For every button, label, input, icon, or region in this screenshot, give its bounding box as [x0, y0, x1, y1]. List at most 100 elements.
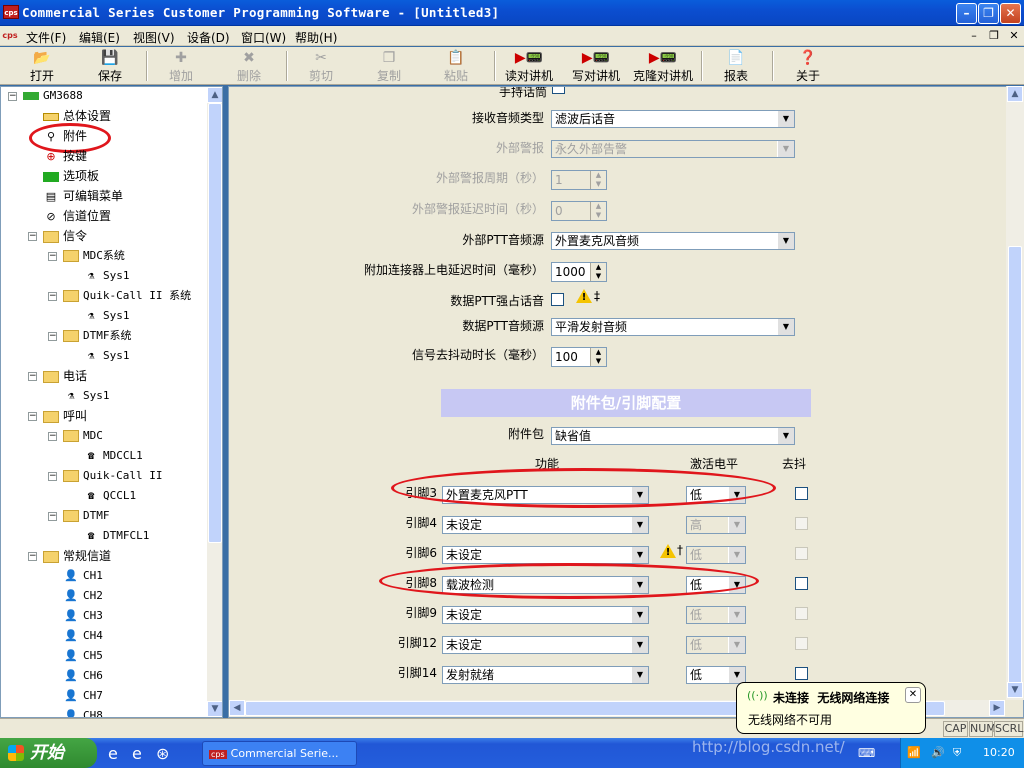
scroll-thumb[interactable] [1008, 246, 1022, 686]
open-button[interactable]: 📂 打开 [18, 49, 66, 83]
keyboard-icon[interactable]: ⌨ [858, 746, 875, 760]
data-ptt-audio-source-select[interactable]: 平滑发射音频 ▼ [551, 318, 795, 336]
minimize-button[interactable]: – [956, 3, 977, 24]
menu-window[interactable]: 窗口(W) [241, 29, 286, 46]
alarm-period-spinner[interactable]: 1 ▲ ▼ [551, 170, 607, 190]
tree-item-sys1[interactable]: ⚗ Sys1 [83, 347, 130, 365]
pin-debounce-checkbox[interactable] [795, 517, 808, 530]
quicklaunch-icon[interactable]: ⊛ [156, 744, 169, 763]
collapse-toggle[interactable]: − [28, 552, 37, 561]
tree-item-ch2[interactable]: 👤 CH2 [63, 587, 103, 605]
tree-item-ch8[interactable]: 👤 CH8 [63, 707, 103, 717]
tree-item-quikcall-system[interactable]: Quik-Call II 系统 [63, 287, 191, 305]
cut-button[interactable]: ✂ 剪切 [297, 49, 345, 83]
delete-button[interactable]: ✖ 删除 [225, 49, 273, 83]
alarm-delay-spinner[interactable]: 0 ▲ ▼ [551, 201, 607, 221]
pin-function-select[interactable]: 未设定 ▼ [442, 546, 649, 564]
tree-item-quikcall[interactable]: Quik-Call II [63, 467, 162, 485]
tree-item-ch5[interactable]: 👤 CH5 [63, 647, 103, 665]
write-radio-button[interactable]: ▶📟 写对讲机 [567, 49, 625, 83]
tree-item-ch3[interactable]: 👤 CH3 [63, 607, 103, 625]
pin-debounce-checkbox[interactable] [795, 667, 808, 680]
pin-debounce-checkbox[interactable] [795, 547, 808, 560]
child-restore-button[interactable]: ❐ [986, 29, 1002, 43]
tree-item-conventional-channels[interactable]: 常规信道 [43, 547, 111, 565]
collapse-toggle[interactable]: − [48, 512, 57, 521]
pin-debounce-checkbox[interactable] [795, 487, 808, 500]
pin-level-select[interactable]: 低 ▼ [686, 636, 746, 654]
save-button[interactable]: 💾 保存 [86, 49, 134, 83]
pin-debounce-checkbox[interactable] [795, 577, 808, 590]
scroll-down-arrow[interactable]: ▼ [1007, 682, 1023, 698]
tree-item-ch4[interactable]: 👤 CH4 [63, 627, 103, 645]
tree-item-editable-menu[interactable]: ▤ 可编辑菜单 [43, 187, 123, 205]
scroll-left-arrow[interactable]: ◀ [229, 700, 245, 716]
pin-level-select[interactable]: 低 ▼ [686, 606, 746, 624]
document-icon[interactable]: cps [2, 29, 18, 43]
start-button[interactable]: 开始 [0, 738, 97, 768]
tree-item-dtmf-system[interactable]: DTMF系统 [63, 327, 132, 345]
tree-item-phone[interactable]: 电话 [43, 367, 87, 385]
pin-function-select[interactable]: 未设定 ▼ [442, 606, 649, 624]
child-minimize-button[interactable]: – [966, 29, 982, 43]
pin-debounce-checkbox[interactable] [795, 607, 808, 620]
about-button[interactable]: ❓ 关于 [784, 49, 832, 83]
collapse-toggle[interactable]: − [8, 92, 17, 101]
notification-balloon[interactable]: ((·)) 未连接 无线网络连接 ✕ 无线网络不可用 [736, 682, 926, 734]
tree-item-sys1[interactable]: ⚗ Sys1 [63, 387, 110, 405]
tree-item-sys1[interactable]: ⚗ Sys1 [83, 307, 130, 325]
tree-item-ch7[interactable]: 👤 CH7 [63, 687, 103, 705]
tree-item-ch6[interactable]: 👤 CH6 [63, 667, 103, 685]
read-radio-button[interactable]: ▶📟 读对讲机 [500, 49, 558, 83]
tree-scrollbar[interactable]: ▲ ▼ [207, 87, 222, 717]
tree-item-call[interactable]: 呼叫 [43, 407, 87, 425]
close-button[interactable]: ✕ [1000, 3, 1021, 24]
ie-icon[interactable]: e [108, 744, 118, 763]
collapse-toggle[interactable]: − [48, 252, 57, 261]
child-close-button[interactable]: ✕ [1006, 29, 1022, 43]
add-button[interactable]: ✚ 增加 [157, 49, 205, 83]
taskbar-app-button[interactable]: cps Commercial Serie... [202, 741, 357, 766]
collapse-toggle[interactable]: − [28, 372, 37, 381]
collapse-toggle[interactable]: − [48, 432, 57, 441]
tree-item-mdc[interactable]: MDC [63, 427, 103, 445]
collapse-toggle[interactable]: − [48, 292, 57, 301]
menu-file[interactable]: 文件(F) [26, 29, 66, 46]
tree-item-sys1[interactable]: ⚗ Sys1 [83, 267, 130, 285]
tree-item-mdc-system[interactable]: MDC系统 [63, 247, 125, 265]
data-ptt-preempt-checkbox[interactable] [551, 293, 564, 306]
collapse-toggle[interactable]: − [48, 332, 57, 341]
scroll-thumb[interactable] [208, 103, 222, 543]
scroll-up-arrow[interactable]: ▲ [1007, 86, 1023, 102]
tree-item-dtmfcl1[interactable]: ☎ DTMFCL1 [83, 527, 150, 545]
tree-item-dtmf[interactable]: DTMF [63, 507, 110, 525]
copy-button[interactable]: ❐ 复制 [365, 49, 413, 83]
menu-view[interactable]: 视图(V) [133, 29, 175, 46]
pin-level-select[interactable]: 低 ▼ [686, 546, 746, 564]
close-icon[interactable]: ✕ [905, 687, 921, 703]
pin-function-select[interactable]: 未设定 ▼ [442, 516, 649, 534]
collapse-toggle[interactable]: − [48, 472, 57, 481]
external-alarm-select[interactable]: 永久外部告警 ▼ [551, 140, 795, 158]
collapse-toggle[interactable]: − [28, 232, 37, 241]
maximize-button[interactable]: ❐ [978, 3, 999, 24]
debounce-duration-spinner[interactable]: 100 ▲ ▼ [551, 347, 607, 367]
tree-item-channel-position[interactable]: ⊘ 信道位置 [43, 207, 111, 225]
powerup-delay-spinner[interactable]: 1000 ▲ ▼ [551, 262, 607, 282]
menu-help[interactable]: 帮助(H) [295, 29, 337, 46]
security-icon[interactable]: ⛨ [953, 746, 961, 760]
clone-radio-button[interactable]: ▶📟 克隆对讲机 [630, 49, 696, 83]
collapse-toggle[interactable]: − [28, 412, 37, 421]
tree-item-signaling[interactable]: 信令 [43, 227, 87, 245]
paste-button[interactable]: 📋 粘贴 [432, 49, 480, 83]
scroll-up-arrow[interactable]: ▲ [207, 87, 222, 103]
network-icon[interactable]: 📶 [907, 746, 921, 759]
report-button[interactable]: 📄 报表 [712, 49, 760, 83]
handset-checkbox[interactable] [552, 87, 565, 94]
tree-item-option-board[interactable]: 选项板 [43, 167, 99, 185]
ext-ptt-audio-source-select[interactable]: 外置麦克风音频 ▼ [551, 232, 795, 250]
rx-audio-type-select[interactable]: 滤波后话音 ▼ [551, 110, 795, 128]
scroll-down-arrow[interactable]: ▼ [207, 701, 222, 717]
tree-item-ch1[interactable]: 👤 CH1 [63, 567, 103, 585]
accessory-package-select[interactable]: 缺省值 ▼ [551, 427, 795, 445]
